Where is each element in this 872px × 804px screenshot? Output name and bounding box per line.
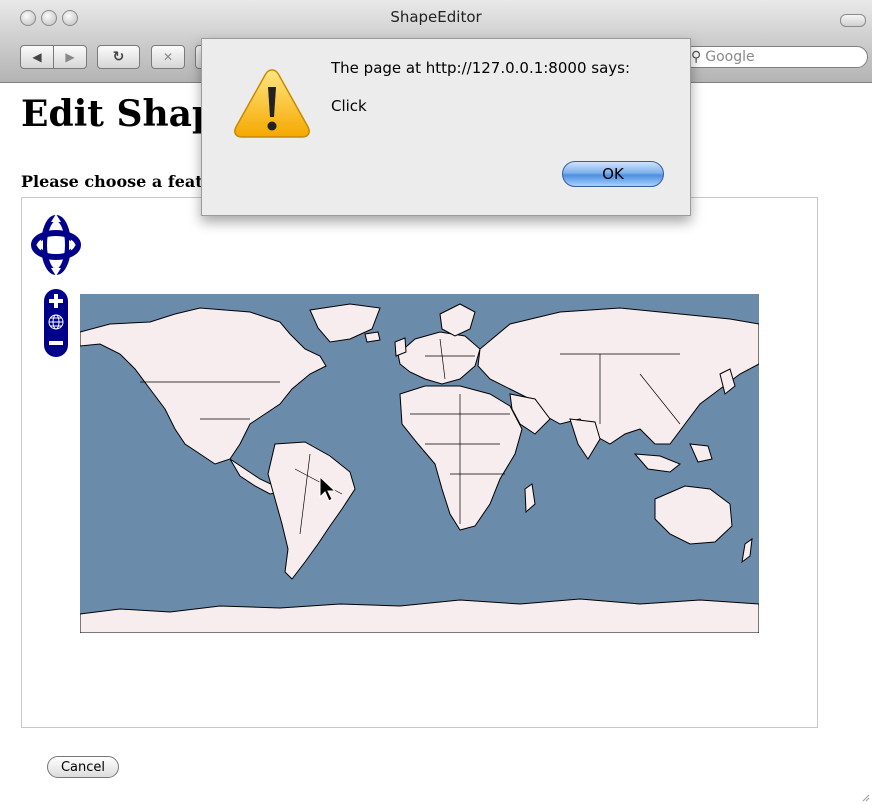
stop-button[interactable]: ✕: [151, 45, 185, 69]
search-placeholder: Google: [705, 49, 755, 65]
reload-icon: ↻: [112, 49, 125, 65]
window-titlebar: ShapeEditor: [0, 0, 872, 39]
alert-message: The page at http://127.0.0.1:8000 says:: [331, 59, 631, 77]
zoom-control[interactable]: [43, 288, 69, 358]
stop-icon: ✕: [162, 50, 174, 64]
page-title: Edit Shap: [21, 93, 218, 135]
alert-dialog: The page at http://127.0.0.1:8000 says: …: [201, 38, 691, 216]
feature-prompt: Please choose a featu: [21, 172, 215, 191]
search-field[interactable]: ⚲ Google: [682, 46, 868, 68]
back-button[interactable]: ◀: [20, 45, 54, 69]
reload-button[interactable]: ↻: [97, 45, 140, 69]
alert-body-text: Click: [331, 97, 367, 115]
cancel-button[interactable]: Cancel: [47, 756, 119, 778]
zoom-out-icon[interactable]: [49, 341, 63, 345]
forward-arrow-icon: ▶: [65, 50, 75, 64]
forward-button[interactable]: ▶: [53, 45, 87, 69]
world-map[interactable]: [80, 294, 759, 633]
toolbar-toggle-button[interactable]: [840, 14, 866, 27]
resize-grip-icon[interactable]: [860, 792, 870, 802]
warning-icon: [234, 69, 310, 138]
back-arrow-icon: ◀: [32, 50, 42, 64]
search-icon: ⚲: [691, 49, 702, 65]
pan-arrows-icon[interactable]: [31, 208, 81, 282]
window-title: ShapeEditor: [390, 8, 482, 26]
ok-button[interactable]: OK: [562, 161, 664, 187]
